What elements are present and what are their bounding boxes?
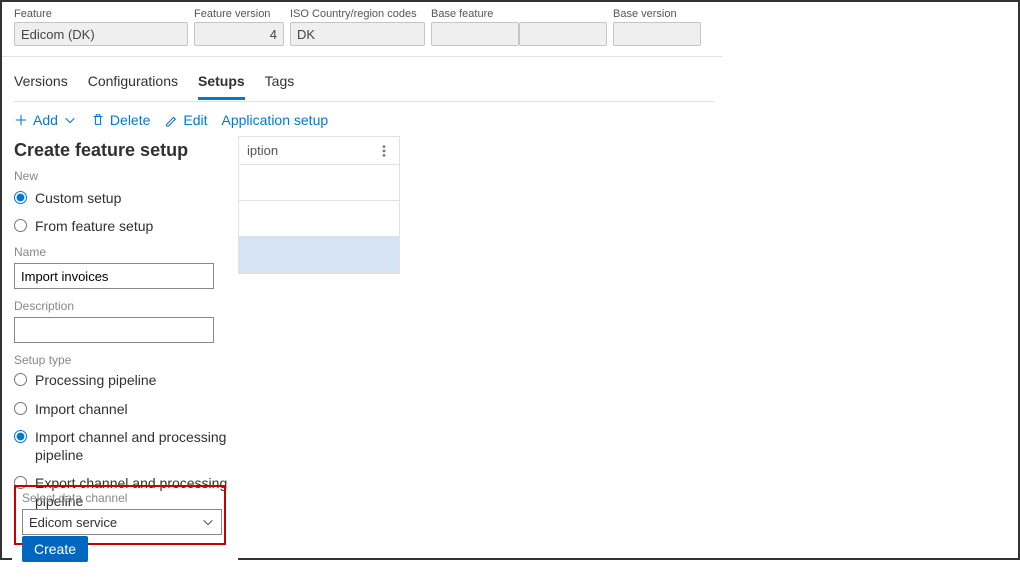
radio-custom-setup[interactable]: Custom setup — [14, 189, 236, 207]
description-input[interactable] — [14, 317, 214, 343]
header-fields: Feature Feature version ISO Country/regi… — [2, 2, 722, 57]
base-version-label: Base version — [613, 8, 701, 20]
iso-label: ISO Country/region codes — [290, 8, 425, 20]
feature-input[interactable] — [14, 22, 188, 46]
base-feature-input[interactable] — [431, 22, 519, 46]
chevron-down-icon — [63, 113, 77, 127]
version-input[interactable] — [194, 22, 284, 46]
feature-label: Feature — [14, 8, 188, 20]
radio-processing-pipeline-label: Processing pipeline — [35, 371, 156, 389]
base-feature-label: Base feature — [431, 8, 519, 20]
description-field-label: Description — [14, 299, 236, 313]
version-label: Feature version — [194, 8, 284, 20]
bg-row[interactable] — [239, 165, 399, 201]
radio-from-feature-setup[interactable]: From feature setup — [14, 217, 236, 235]
radio-import-channel-pipeline-label: Import channel and processing pipeline — [35, 428, 236, 464]
bg-setup-list: iption — [238, 136, 400, 274]
trash-icon — [91, 113, 105, 127]
bg-row[interactable] — [239, 201, 399, 237]
setup-type-label: Setup type — [14, 353, 236, 367]
tabs-bar: Versions Configurations Setups Tags — [2, 57, 722, 101]
delete-label: Delete — [110, 112, 150, 128]
tab-setups[interactable]: Setups — [198, 67, 245, 100]
add-button[interactable]: Add — [14, 112, 77, 128]
base-feature-label-2 — [519, 8, 607, 20]
create-button[interactable]: Create — [22, 536, 88, 562]
new-radio-group: Custom setup From feature setup — [14, 189, 236, 235]
radio-processing-pipeline[interactable]: Processing pipeline — [14, 371, 236, 389]
application-setup-label: Application setup — [222, 112, 329, 128]
toolbar: Add Delete Edit Application setup — [2, 102, 1018, 138]
edit-label: Edit — [183, 112, 207, 128]
bg-column-header: iption — [247, 143, 278, 158]
radio-custom-setup-label: Custom setup — [35, 189, 121, 207]
tab-configurations[interactable]: Configurations — [88, 67, 178, 100]
pencil-icon — [164, 113, 178, 127]
data-channel-value: Edicom service — [29, 515, 117, 530]
data-channel-label: Select data channel — [22, 491, 218, 505]
radio-import-channel-pipeline[interactable]: Import channel and processing pipeline — [14, 428, 236, 464]
iso-input[interactable] — [290, 22, 425, 46]
application-setup-button[interactable]: Application setup — [222, 112, 329, 128]
radio-from-feature-setup-label: From feature setup — [35, 217, 153, 235]
add-label: Add — [33, 112, 58, 128]
base-feature-input-2[interactable] — [519, 22, 607, 46]
name-input[interactable] — [14, 263, 214, 289]
base-version-input[interactable] — [613, 22, 701, 46]
name-field-label: Name — [14, 245, 236, 259]
data-channel-select[interactable]: Edicom service — [22, 509, 222, 535]
edit-button[interactable]: Edit — [164, 112, 207, 128]
chevron-down-icon — [201, 515, 215, 529]
plus-icon — [14, 113, 28, 127]
delete-button[interactable]: Delete — [91, 112, 150, 128]
new-section-label: New — [14, 169, 236, 183]
radio-import-channel[interactable]: Import channel — [14, 400, 236, 418]
panel-title: Create feature setup — [14, 140, 236, 161]
bg-row-selected[interactable] — [239, 237, 399, 273]
more-icon[interactable] — [377, 144, 391, 158]
tab-versions[interactable]: Versions — [14, 67, 68, 100]
radio-import-channel-label: Import channel — [35, 400, 128, 418]
tab-tags[interactable]: Tags — [265, 67, 295, 100]
